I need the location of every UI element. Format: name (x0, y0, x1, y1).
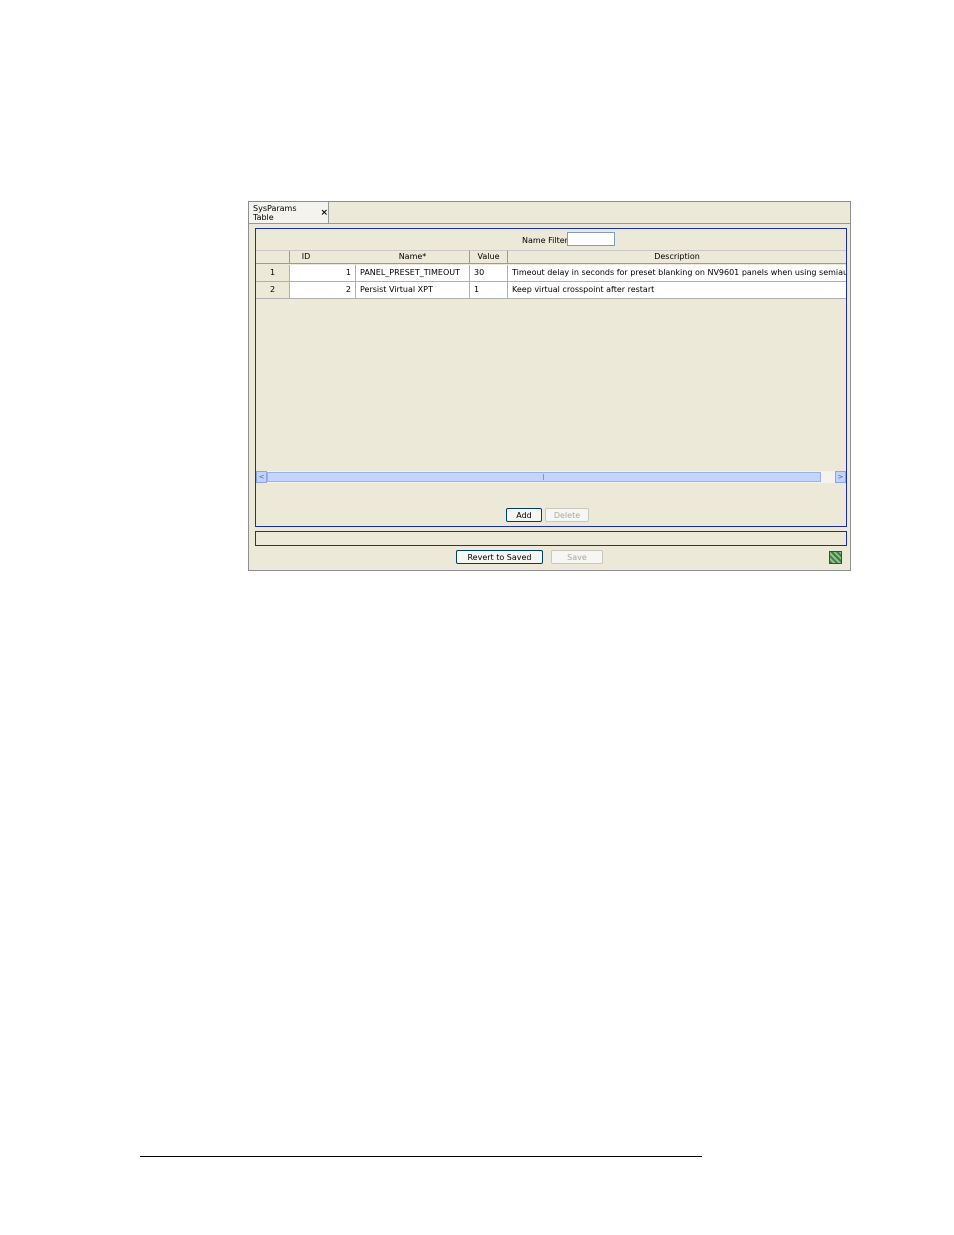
cell-id[interactable]: 1 (290, 265, 356, 282)
cell-id[interactable]: 2 (290, 282, 356, 299)
filter-row: Name Filter: (256, 229, 846, 250)
column-header-value[interactable]: Value (470, 250, 508, 264)
footer-rule (140, 1156, 702, 1157)
table-row[interactable]: 1 1 PANEL_PRESET_TIMEOUT 30 Timeout dela… (256, 265, 846, 282)
add-button[interactable]: Add (506, 508, 542, 522)
cell-value[interactable]: 30 (470, 265, 508, 282)
cell-value[interactable]: 1 (470, 282, 508, 299)
delete-button[interactable]: Delete (545, 508, 589, 522)
column-header-description[interactable]: Description (508, 250, 846, 264)
table-panel: Name Filter: ID Name* Value Description … (255, 228, 847, 527)
scroll-right-icon[interactable]: > (835, 471, 846, 483)
close-icon[interactable]: × (320, 208, 328, 218)
scroll-left-icon[interactable]: < (256, 471, 267, 483)
row-number: 2 (256, 282, 290, 299)
name-filter-input[interactable] (567, 232, 615, 246)
params-table: ID Name* Value Description 1 1 PANEL_PRE… (256, 250, 846, 491)
status-indicator-icon (829, 551, 842, 564)
table-button-row: Add Delete (256, 503, 846, 523)
row-number: 1 (256, 265, 290, 282)
scroll-thumb[interactable] (267, 472, 821, 482)
name-filter-label: Name Filter: (522, 236, 571, 245)
column-header-name[interactable]: Name* (356, 250, 470, 264)
save-button[interactable]: Save (551, 550, 603, 564)
tab-sysparams-table[interactable]: SysParams Table × (249, 202, 329, 223)
revert-to-saved-button[interactable]: Revert to Saved (456, 550, 543, 564)
tab-strip: SysParams Table × (249, 202, 850, 224)
cell-description[interactable]: Timeout delay in seconds for preset blan… (508, 265, 846, 282)
tab-label: SysParams Table (253, 203, 297, 222)
column-header-id[interactable]: ID (256, 250, 356, 264)
status-bar (255, 531, 847, 546)
horizontal-scrollbar[interactable]: < > (256, 471, 846, 483)
scroll-grip (543, 474, 545, 480)
table-row[interactable]: 2 2 Persist Virtual XPT 1 Keep virtual c… (256, 282, 846, 299)
sysparams-window: SysParams Table × Name Filter: ID Name* … (248, 201, 851, 571)
cell-description[interactable]: Keep virtual crosspoint after restart (508, 282, 846, 299)
cell-name[interactable]: Persist Virtual XPT (356, 282, 470, 299)
bottom-button-row: Revert to Saved Save (249, 549, 850, 569)
cell-name[interactable]: PANEL_PRESET_TIMEOUT (356, 265, 470, 282)
